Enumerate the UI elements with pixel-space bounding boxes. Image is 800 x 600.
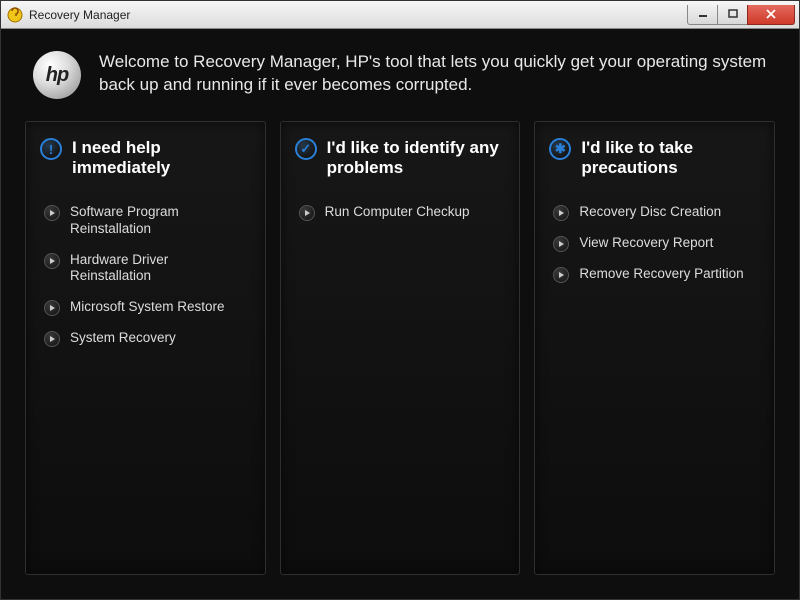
panel-help-immediately: ! I need help immediately Software Progr… (25, 121, 266, 575)
item-driver-reinstall[interactable]: Hardware Driver Reinstallation (40, 245, 251, 293)
item-label: Run Computer Checkup (325, 204, 470, 221)
header: hp Welcome to Recovery Manager, HP's too… (25, 47, 775, 117)
item-system-recovery[interactable]: System Recovery (40, 323, 251, 354)
play-icon (553, 205, 569, 221)
item-software-reinstall[interactable]: Software Program Reinstallation (40, 197, 251, 245)
panel-take-precautions: ✱ I'd like to take precautions Recovery … (534, 121, 775, 575)
play-icon (44, 331, 60, 347)
item-remove-partition[interactable]: Remove Recovery Partition (549, 259, 760, 290)
play-icon (44, 253, 60, 269)
panel-list: Run Computer Checkup (295, 197, 506, 228)
close-icon (765, 9, 777, 19)
panel-title: I need help immediately (72, 138, 251, 179)
play-icon (553, 267, 569, 283)
window-controls (687, 5, 795, 25)
close-button[interactable] (747, 5, 795, 25)
panel-head: ! I need help immediately (40, 138, 251, 179)
panel-head: ✱ I'd like to take precautions (549, 138, 760, 179)
panel-list: Software Program Reinstallation Hardware… (40, 197, 251, 355)
minimize-button[interactable] (687, 5, 717, 25)
panel-list: Recovery Disc Creation View Recovery Rep… (549, 197, 760, 290)
play-icon (44, 300, 60, 316)
item-label: Software Program Reinstallation (70, 204, 251, 238)
alert-icon: ! (40, 138, 62, 160)
panel-title: I'd like to identify any problems (327, 138, 506, 179)
gear-icon: ✱ (549, 138, 571, 160)
content-area: hp Welcome to Recovery Manager, HP's too… (1, 29, 799, 599)
play-icon (44, 205, 60, 221)
minimize-icon (698, 9, 708, 19)
item-system-restore[interactable]: Microsoft System Restore (40, 292, 251, 323)
item-label: Remove Recovery Partition (579, 266, 743, 283)
item-label: View Recovery Report (579, 235, 713, 252)
app-icon (7, 7, 23, 23)
item-label: Hardware Driver Reinstallation (70, 252, 251, 286)
item-view-report[interactable]: View Recovery Report (549, 228, 760, 259)
item-label: Microsoft System Restore (70, 299, 225, 316)
maximize-icon (728, 9, 738, 19)
titlebar[interactable]: Recovery Manager (1, 1, 799, 29)
app-window: Recovery Manager hp Welcome to Recovery … (0, 0, 800, 600)
play-icon (553, 236, 569, 252)
panel-identify-problems: ✓ I'd like to identify any problems Run … (280, 121, 521, 575)
maximize-button[interactable] (717, 5, 747, 25)
panel-title: I'd like to take precautions (581, 138, 760, 179)
play-icon (299, 205, 315, 221)
welcome-text: Welcome to Recovery Manager, HP's tool t… (99, 51, 767, 97)
item-label: Recovery Disc Creation (579, 204, 721, 221)
columns: ! I need help immediately Software Progr… (25, 121, 775, 575)
panel-head: ✓ I'd like to identify any problems (295, 138, 506, 179)
check-icon: ✓ (295, 138, 317, 160)
item-label: System Recovery (70, 330, 176, 347)
item-recovery-disc[interactable]: Recovery Disc Creation (549, 197, 760, 228)
hp-logo-icon: hp (33, 51, 81, 99)
item-run-checkup[interactable]: Run Computer Checkup (295, 197, 506, 228)
window-title: Recovery Manager (29, 8, 687, 22)
